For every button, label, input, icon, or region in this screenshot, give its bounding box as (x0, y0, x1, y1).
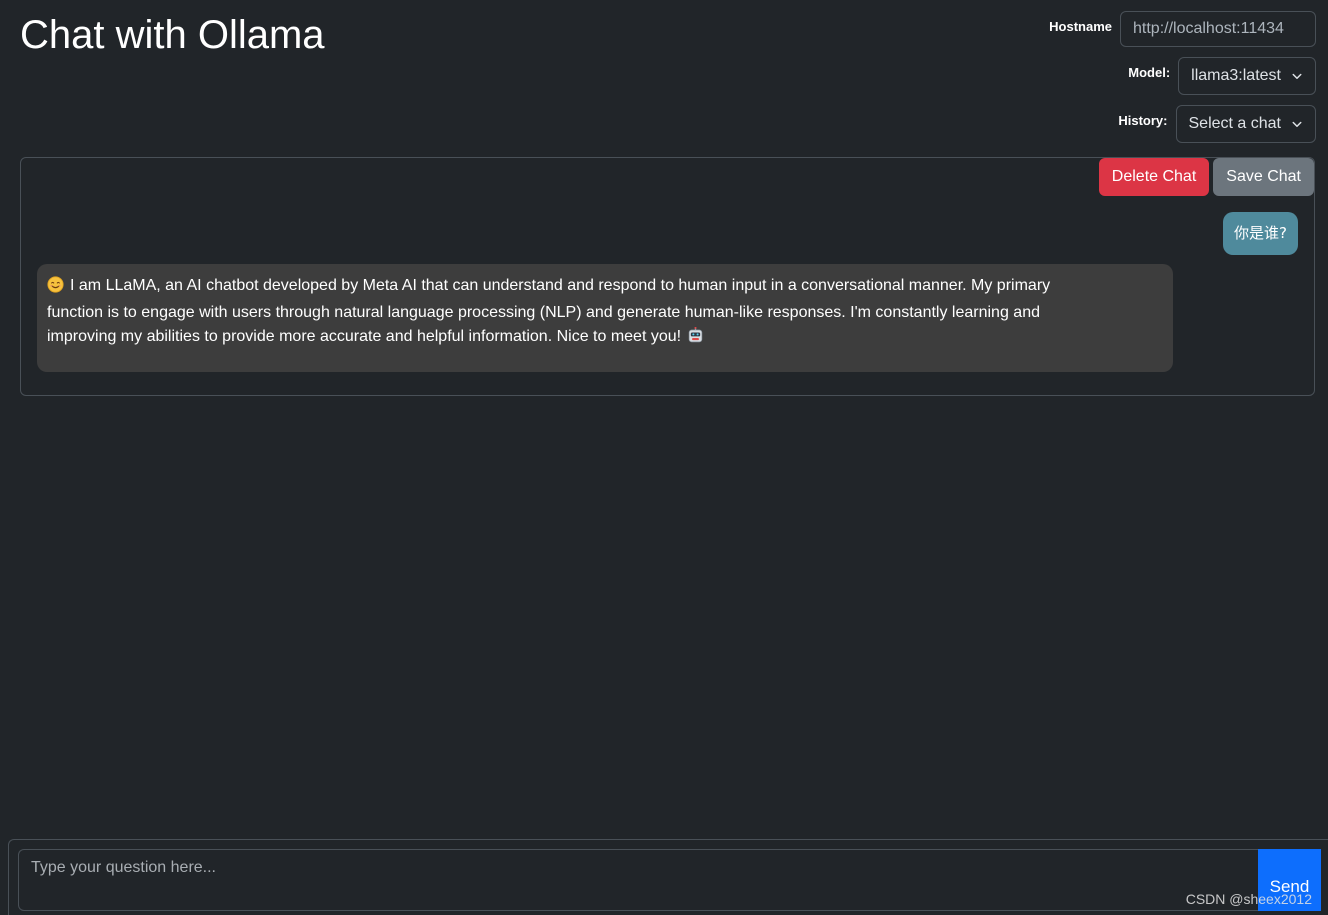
chevron-down-icon (1291, 70, 1303, 82)
hostname-input[interactable] (1120, 11, 1316, 47)
chat-panel: Delete Chat Save Chat 你是谁? I am LLaMA, a… (20, 157, 1315, 396)
model-selected-value: llama3:latest (1191, 67, 1281, 84)
composer: Send (8, 839, 1328, 915)
model-select[interactable]: llama3:latest (1178, 57, 1316, 95)
save-chat-button[interactable]: Save Chat (1213, 158, 1314, 196)
delete-chat-button[interactable]: Delete Chat (1098, 158, 1210, 196)
robot-face-icon (687, 326, 704, 352)
chevron-down-icon (1291, 118, 1303, 130)
history-label: History: (1118, 113, 1168, 128)
assistant-message: I am LLaMA, an AI chatbot developed by M… (37, 264, 1173, 372)
user-message: 你是谁? (1223, 212, 1298, 255)
history-selected-value: Select a chat (1188, 115, 1282, 132)
history-select[interactable]: Select a chat (1175, 105, 1316, 143)
send-button[interactable]: Send (1258, 849, 1321, 911)
model-row: Model: llama3:latest (1128, 57, 1316, 95)
hostname-row: Hostname (1049, 11, 1316, 47)
assistant-message-text: I am LLaMA, an AI chatbot developed by M… (47, 277, 1051, 345)
model-label: Model: (1128, 65, 1171, 80)
history-row: History: Select a chat (1118, 105, 1316, 143)
settings-panel: Hostname Model: llama3:latest History: S… (1049, 11, 1316, 143)
smiling-face-icon (47, 276, 64, 301)
chat-actions: Delete Chat Save Chat (1098, 158, 1314, 196)
question-input[interactable] (18, 849, 1258, 911)
hostname-label: Hostname (1049, 19, 1112, 34)
page-title: Chat with Ollama (20, 13, 325, 57)
